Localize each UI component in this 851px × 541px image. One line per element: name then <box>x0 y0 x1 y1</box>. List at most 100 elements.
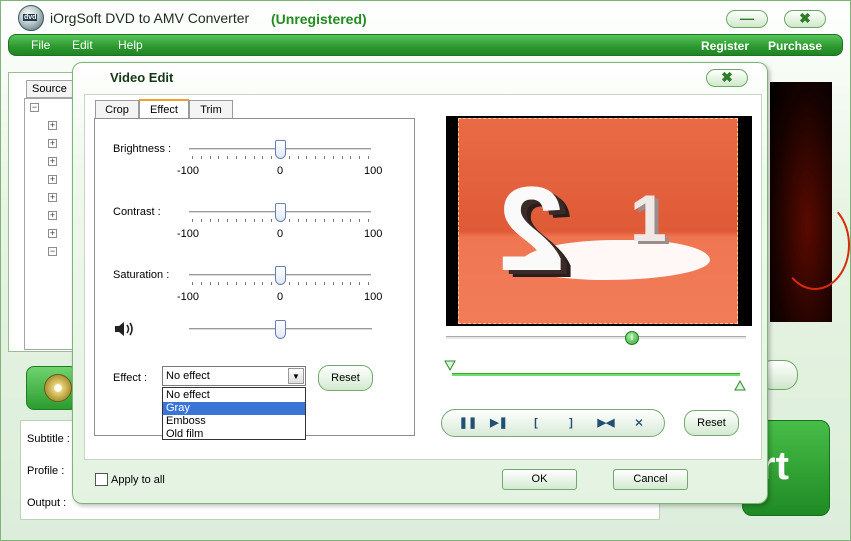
slider-tick <box>200 282 202 285</box>
menu-file[interactable]: File <box>31 38 50 52</box>
slider-tick <box>192 282 193 285</box>
dialog-close-button[interactable]: ✖ <box>706 69 748 87</box>
slider-tick <box>315 282 317 285</box>
ok-button[interactable]: OK <box>502 469 577 490</box>
tree-collapse-icon[interactable]: − <box>30 103 39 112</box>
speaker-icon <box>115 322 133 336</box>
scale-max: 100 <box>364 291 383 303</box>
slider-tick <box>192 156 193 159</box>
effect-select[interactable]: No effect <box>162 366 306 386</box>
register-link[interactable]: Register <box>701 39 749 53</box>
preview-light-arc <box>780 200 850 290</box>
trim-range-bar[interactable] <box>452 373 740 376</box>
purchase-link[interactable]: Purchase <box>768 39 822 53</box>
cancel-button[interactable]: Cancel <box>613 469 688 490</box>
source-tree[interactable] <box>24 98 76 350</box>
tab-trim[interactable]: Trim <box>189 100 233 119</box>
volume-slider-thumb[interactable] <box>275 320 286 339</box>
tab-effect[interactable]: Effect <box>139 99 189 119</box>
close-icon: ✖ <box>721 69 733 85</box>
app-title: iOrgSoft DVD to AMV Converter <box>50 10 250 26</box>
slider-tick <box>306 156 308 159</box>
slider-thumb[interactable] <box>274 266 286 285</box>
pause-icon[interactable]: ❚❚ <box>455 413 481 433</box>
apply-to-all-label: Apply to all <box>111 474 165 486</box>
slider-tick <box>262 282 264 285</box>
effect-reset-button[interactable]: Reset <box>318 365 373 391</box>
apply-to-all-checkbox[interactable] <box>95 473 108 486</box>
effect-options-list: No effect Gray Emboss Old film <box>162 387 306 440</box>
effect-option-gray[interactable]: Gray <box>163 402 305 415</box>
scale-max: 100 <box>364 228 383 240</box>
slider-tick <box>350 156 352 159</box>
slider-tick <box>236 156 237 159</box>
trim-end-handle-icon[interactable] <box>734 380 746 392</box>
seek-bar[interactable] <box>446 336 746 339</box>
source-tab[interactable]: Source <box>26 80 74 98</box>
close-button[interactable]: ✖ <box>784 10 826 28</box>
slider-tick <box>288 282 290 285</box>
tree-expand-icon[interactable]: + <box>48 175 57 184</box>
slider-tick <box>306 282 308 285</box>
slider-tick <box>297 156 299 159</box>
slider-tick <box>350 219 352 222</box>
scale-min: -100 <box>177 228 200 240</box>
tree-expand-icon[interactable]: + <box>48 121 57 130</box>
mark-out-icon[interactable]: ] <box>558 413 584 433</box>
slider-thumb[interactable] <box>274 140 286 159</box>
slider-tick <box>262 219 264 222</box>
tree-expand-icon[interactable]: + <box>48 211 57 220</box>
registration-status: (Unregistered) <box>271 11 367 27</box>
slider-tick <box>244 282 246 285</box>
tree-expand-icon[interactable]: + <box>48 139 57 148</box>
tree-expand-icon[interactable]: + <box>48 193 57 202</box>
slider-tick <box>332 156 334 159</box>
slider-tick <box>315 219 317 222</box>
slider-tick <box>227 282 229 285</box>
slider-tick <box>368 282 369 285</box>
slider-label: Brightness : <box>113 143 172 155</box>
slider-tick <box>271 156 273 159</box>
tree-expand-icon[interactable]: + <box>48 229 57 238</box>
output-label: Output : <box>27 497 67 509</box>
slider-tick <box>209 282 211 285</box>
menu-edit[interactable]: Edit <box>72 38 93 52</box>
slider-tick <box>271 282 273 285</box>
mark-in-icon[interactable]: [ <box>523 413 549 433</box>
effect-option-emboss[interactable]: Emboss <box>163 415 305 428</box>
slider-tick <box>227 219 229 222</box>
scale-max: 100 <box>364 165 383 177</box>
slider-tick <box>209 219 211 222</box>
slider-tick <box>359 156 361 159</box>
jump-marks-icon[interactable]: ▶◀ <box>593 413 619 433</box>
scale-mid: 0 <box>277 165 284 177</box>
split-icon[interactable]: ⨯ <box>626 413 652 433</box>
seek-thumb[interactable]: i <box>625 331 639 345</box>
minimize-button[interactable]: — <box>726 10 768 28</box>
trim-start-handle-icon[interactable] <box>444 360 456 372</box>
slider-label: Contrast : <box>113 206 161 218</box>
effect-option-old-film[interactable]: Old film <box>163 428 305 441</box>
tree-expand-icon[interactable]: + <box>48 157 57 166</box>
chevron-down-icon[interactable]: ▼ <box>288 368 304 384</box>
slider-tick <box>218 219 220 222</box>
tree-collapse-icon[interactable]: − <box>48 247 57 256</box>
step-forward-icon[interactable]: ▶❚ <box>486 413 512 433</box>
scale-mid: 0 <box>277 228 284 240</box>
slider-thumb[interactable] <box>274 203 286 222</box>
slider-tick <box>359 282 361 285</box>
slider-tick <box>288 156 290 159</box>
slider-tick <box>324 282 325 285</box>
slider-tick <box>262 156 264 159</box>
disc-icon <box>44 374 72 402</box>
scale-min: -100 <box>177 291 200 303</box>
effect-option-no-effect[interactable]: No effect <box>163 389 305 402</box>
tab-crop[interactable]: Crop <box>95 100 139 119</box>
app-logo-icon: dvd <box>18 5 44 31</box>
slider-tick <box>332 219 334 222</box>
preview-reset-button[interactable]: Reset <box>684 410 739 436</box>
preview-digit-1: 1 <box>630 181 667 255</box>
menu-help[interactable]: Help <box>118 38 143 52</box>
slider-tick <box>200 156 202 159</box>
profile-label: Profile : <box>27 465 65 477</box>
